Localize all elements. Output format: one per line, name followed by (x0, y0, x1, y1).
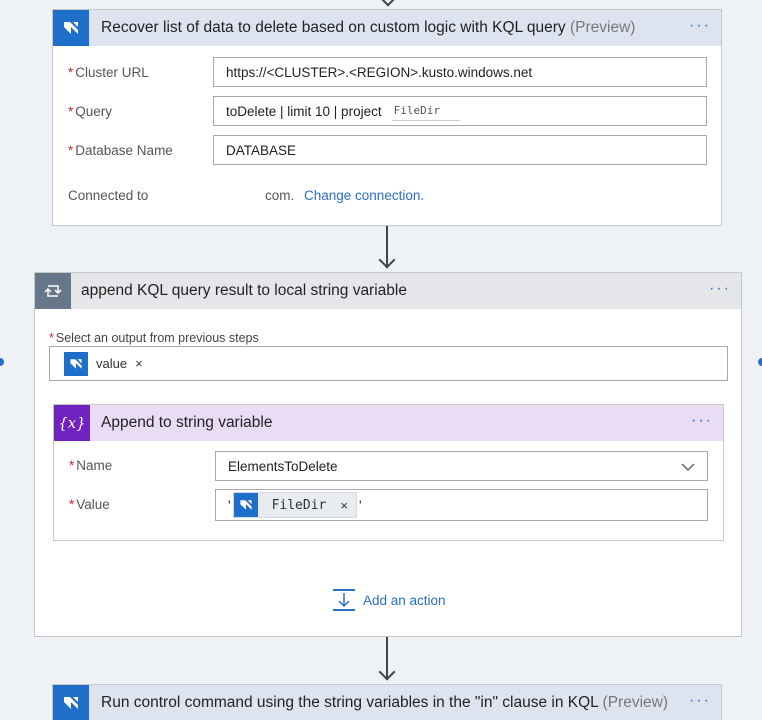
value-token-label: value (96, 356, 128, 371)
cluster-url-input[interactable]: https://<CLUSTER>.<REGION>.kusto.windows… (213, 57, 707, 87)
apply-to-each-card: append KQL query result to local string … (34, 272, 742, 637)
value-prefix-quote: ' (228, 497, 231, 513)
append-to-string-variable-header[interactable]: {x} Append to string variable ··· (54, 405, 723, 441)
filedir-token[interactable]: FileDir × (232, 492, 357, 518)
add-action-icon (332, 588, 356, 612)
filedir-token-label: FileDir (271, 497, 327, 513)
add-action-label: Add an action (363, 592, 446, 608)
more-options-button[interactable]: ··· (689, 18, 711, 34)
more-options-button[interactable]: ··· (691, 413, 713, 429)
connector-arrow-2 (377, 637, 397, 684)
loop-left-handle[interactable] (0, 358, 4, 366)
query-filedir-token[interactable]: FileDir (391, 101, 460, 121)
kql-query-action-header[interactable]: Recover list of data to delete based on … (53, 10, 721, 46)
apply-to-each-title: append KQL query result to local string … (81, 282, 407, 299)
query-label: * Query (68, 104, 113, 119)
add-action-button[interactable]: Add an action (332, 588, 446, 612)
run-control-command-title: Run control command using the string var… (101, 694, 668, 711)
loop-icon (35, 273, 71, 309)
connected-to-label: Connected to (68, 188, 149, 203)
more-options-button[interactable]: ··· (689, 693, 711, 709)
run-control-command-header[interactable]: Run control command using the string var… (53, 685, 721, 720)
cluster-url-label: * Cluster URL (68, 65, 149, 80)
value-input[interactable]: ' FileDir × ' (215, 489, 708, 521)
kusto-icon (64, 351, 88, 376)
value-suffix-quote: ' (358, 497, 362, 513)
close-icon[interactable]: × (135, 356, 151, 371)
close-icon[interactable]: × (340, 498, 356, 513)
kusto-icon (53, 10, 89, 46)
kql-query-action-card: Recover list of data to delete based on … (52, 9, 722, 226)
more-options-button[interactable]: ··· (709, 281, 731, 297)
kusto-icon (233, 493, 258, 517)
query-input[interactable]: toDelete | limit 10 | project FileDir (213, 96, 707, 126)
kql-query-action-title: Recover list of data to delete based on … (101, 19, 636, 36)
apply-to-each-header[interactable]: append KQL query result to local string … (35, 273, 741, 309)
connector-arrow-top (378, 0, 398, 8)
loop-right-handle[interactable] (758, 358, 762, 366)
variable-icon: {x} (54, 405, 90, 441)
value-token[interactable]: value × (64, 351, 151, 377)
database-name-input[interactable]: DATABASE (213, 135, 707, 165)
name-label: * Name (69, 458, 113, 473)
chevron-down-icon[interactable] (681, 460, 695, 475)
connector-arrow-1 (377, 226, 397, 272)
name-dropdown[interactable]: ElementsToDelete (215, 451, 708, 481)
database-name-label: * Database Name (68, 143, 173, 158)
select-output-input[interactable]: value × (49, 346, 728, 381)
append-to-string-variable-card: {x} Append to string variable ··· * Name … (53, 404, 724, 541)
kusto-icon (53, 685, 89, 720)
change-connection-link[interactable]: Change connection. (304, 188, 424, 203)
append-to-string-variable-title: Append to string variable (101, 414, 273, 431)
select-output-label: * Select an output from previous steps (49, 331, 259, 345)
value-label: * Value (69, 497, 110, 512)
connected-to-value: com. (265, 188, 295, 203)
run-control-command-card: Run control command using the string var… (52, 684, 722, 720)
